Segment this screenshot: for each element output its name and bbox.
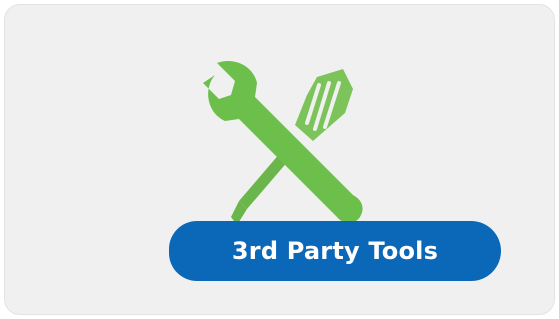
third-party-tools-button[interactable]: 3rd Party Tools: [169, 221, 501, 281]
third-party-tools-label: 3rd Party Tools: [231, 237, 439, 265]
tool-card[interactable]: 3rd Party Tools: [4, 4, 555, 315]
tools-icon: [195, 49, 375, 239]
